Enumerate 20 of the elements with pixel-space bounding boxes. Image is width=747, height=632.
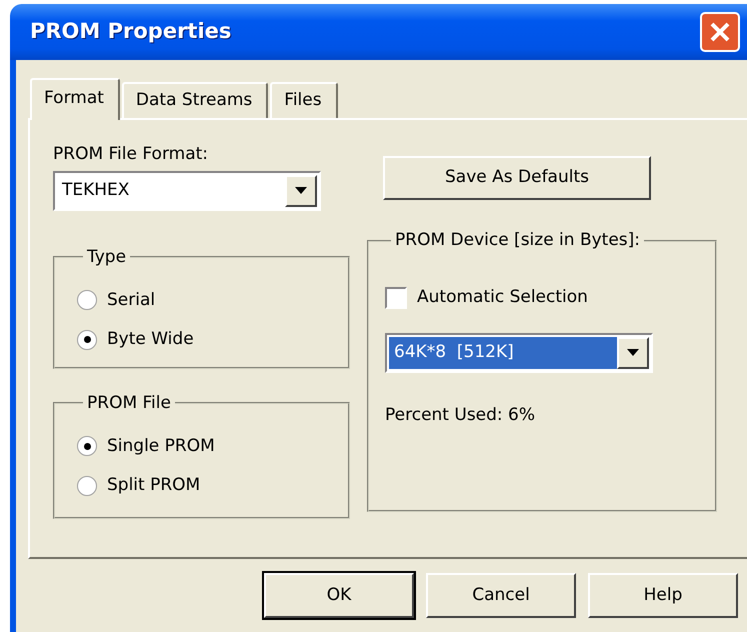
format-dropdown[interactable]: TEKHEX <box>53 170 321 210</box>
group-label: Type <box>86 248 128 266</box>
dialog-button[interactable]: Cancel <box>426 573 576 618</box>
dialog-button[interactable]: Help <box>588 573 738 618</box>
tab[interactable]: Data Streams <box>122 82 268 118</box>
tab[interactable]: Format <box>30 78 120 120</box>
save-defaults-button[interactable]: Save As Defaults <box>383 156 651 200</box>
radio-option[interactable]: Split PROM <box>77 473 200 498</box>
radio-option[interactable]: Single PROM <box>77 434 215 459</box>
group-label: PROM Device [size in Bytes]: <box>394 232 642 249</box>
radio-option[interactable]: Byte Wide <box>77 327 194 352</box>
dialog-button[interactable]: OK <box>264 573 414 618</box>
window-title: PROM Properties <box>30 18 232 46</box>
device-dropdown[interactable]: 64K*8 [512K] <box>385 332 653 372</box>
tab[interactable]: Files <box>270 82 338 118</box>
field-label: PROM File Format: <box>53 143 210 166</box>
checkbox-option[interactable]: Automatic Selection <box>385 285 588 310</box>
percent-used-text: Percent Used: 6% <box>385 404 536 426</box>
radio-option[interactable]: Serial <box>77 288 156 313</box>
group-label: PROM File <box>86 394 172 412</box>
